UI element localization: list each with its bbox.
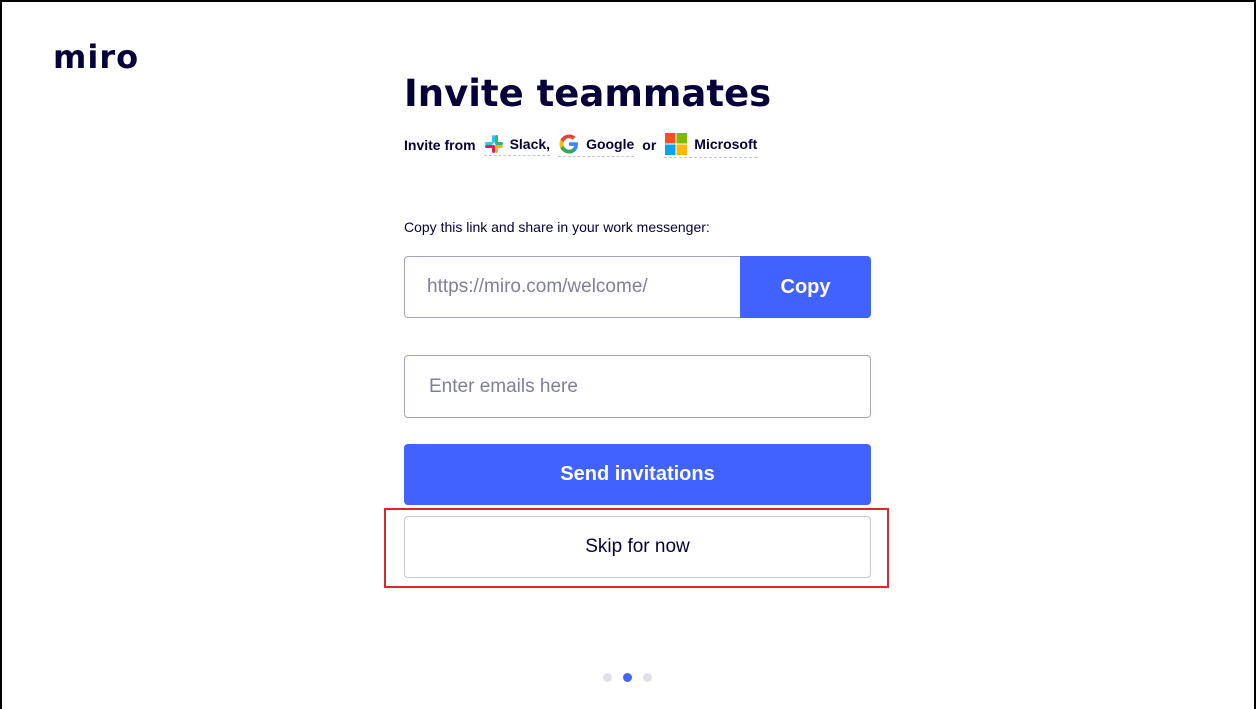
send-invitations-button[interactable]: Send invitations: [404, 444, 871, 505]
pagination-dots: [603, 673, 652, 682]
or-separator: or: [642, 137, 657, 153]
share-link-label: Copy this link and share in your work me…: [404, 219, 710, 235]
invite-from-row: Invite from Slack, Google or Microsoft: [404, 132, 758, 158]
slack-label: Slack,: [509, 136, 551, 152]
microsoft-label: Microsoft: [694, 136, 758, 152]
invite-from-label: Invite from: [404, 137, 476, 153]
skip-for-now-button[interactable]: Skip for now: [404, 516, 871, 578]
invite-google-link[interactable]: Google: [558, 133, 635, 157]
miro-logo: miro: [53, 38, 140, 76]
pagination-dot[interactable]: [643, 673, 652, 682]
invite-link-field[interactable]: [404, 256, 740, 318]
google-icon: [559, 134, 579, 154]
pagination-dot-active[interactable]: [623, 673, 632, 682]
google-label: Google: [586, 136, 635, 152]
page-title: Invite teammates: [404, 72, 772, 115]
email-input[interactable]: [404, 355, 871, 418]
invite-microsoft-link[interactable]: Microsoft: [664, 132, 758, 158]
microsoft-icon: [665, 133, 688, 155]
invite-slack-link[interactable]: Slack,: [483, 134, 551, 156]
pagination-dot[interactable]: [603, 673, 612, 682]
slack-icon: [484, 135, 503, 153]
copy-link-button[interactable]: Copy: [740, 256, 871, 318]
